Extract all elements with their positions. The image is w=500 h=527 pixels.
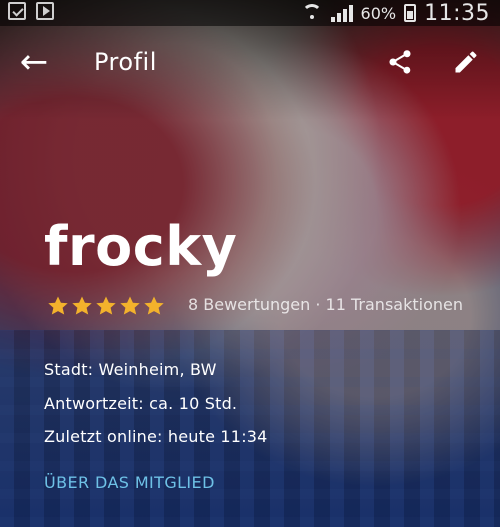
back-arrow-icon[interactable]: ← [12, 40, 56, 84]
share-icon[interactable] [378, 40, 422, 84]
app-bar: ← Profil [0, 26, 500, 102]
about-member-link[interactable]: ÜBER DAS MITGLIED [44, 473, 215, 492]
reviews-transactions[interactable]: 8 Bewertungen · 11 Transaktionen [188, 294, 488, 316]
play-store-icon [36, 2, 54, 20]
profile-username: frocky [44, 215, 238, 278]
last-online-text: Zuletzt online: heute 11:34 [44, 427, 268, 446]
wifi-icon [301, 4, 323, 22]
status-left-icons [8, 2, 54, 20]
star-icon [46, 294, 70, 318]
battery-icon [404, 4, 417, 22]
edit-icon[interactable] [444, 40, 488, 84]
status-time: 11:35 [424, 0, 490, 26]
status-right: 60% 11:35 [301, 0, 490, 26]
response-time-text: Antwortzeit: ca. 10 Std. [44, 394, 238, 413]
notification-check-icon [8, 2, 26, 20]
page-title: Profil [94, 48, 157, 76]
status-bar: 60% 11:35 [0, 0, 500, 26]
star-icon [70, 294, 94, 318]
signal-icon [330, 4, 353, 22]
profile-screen: 60% 11:35 ← Profil frocky 8 Bewertungen … [0, 0, 500, 527]
city-text: Stadt: Weinheim, BW [44, 360, 217, 379]
star-icon [118, 294, 142, 318]
star-icon [94, 294, 118, 318]
star-icon [142, 294, 166, 318]
rating-stars [46, 294, 166, 318]
battery-percent: 60% [360, 3, 397, 23]
